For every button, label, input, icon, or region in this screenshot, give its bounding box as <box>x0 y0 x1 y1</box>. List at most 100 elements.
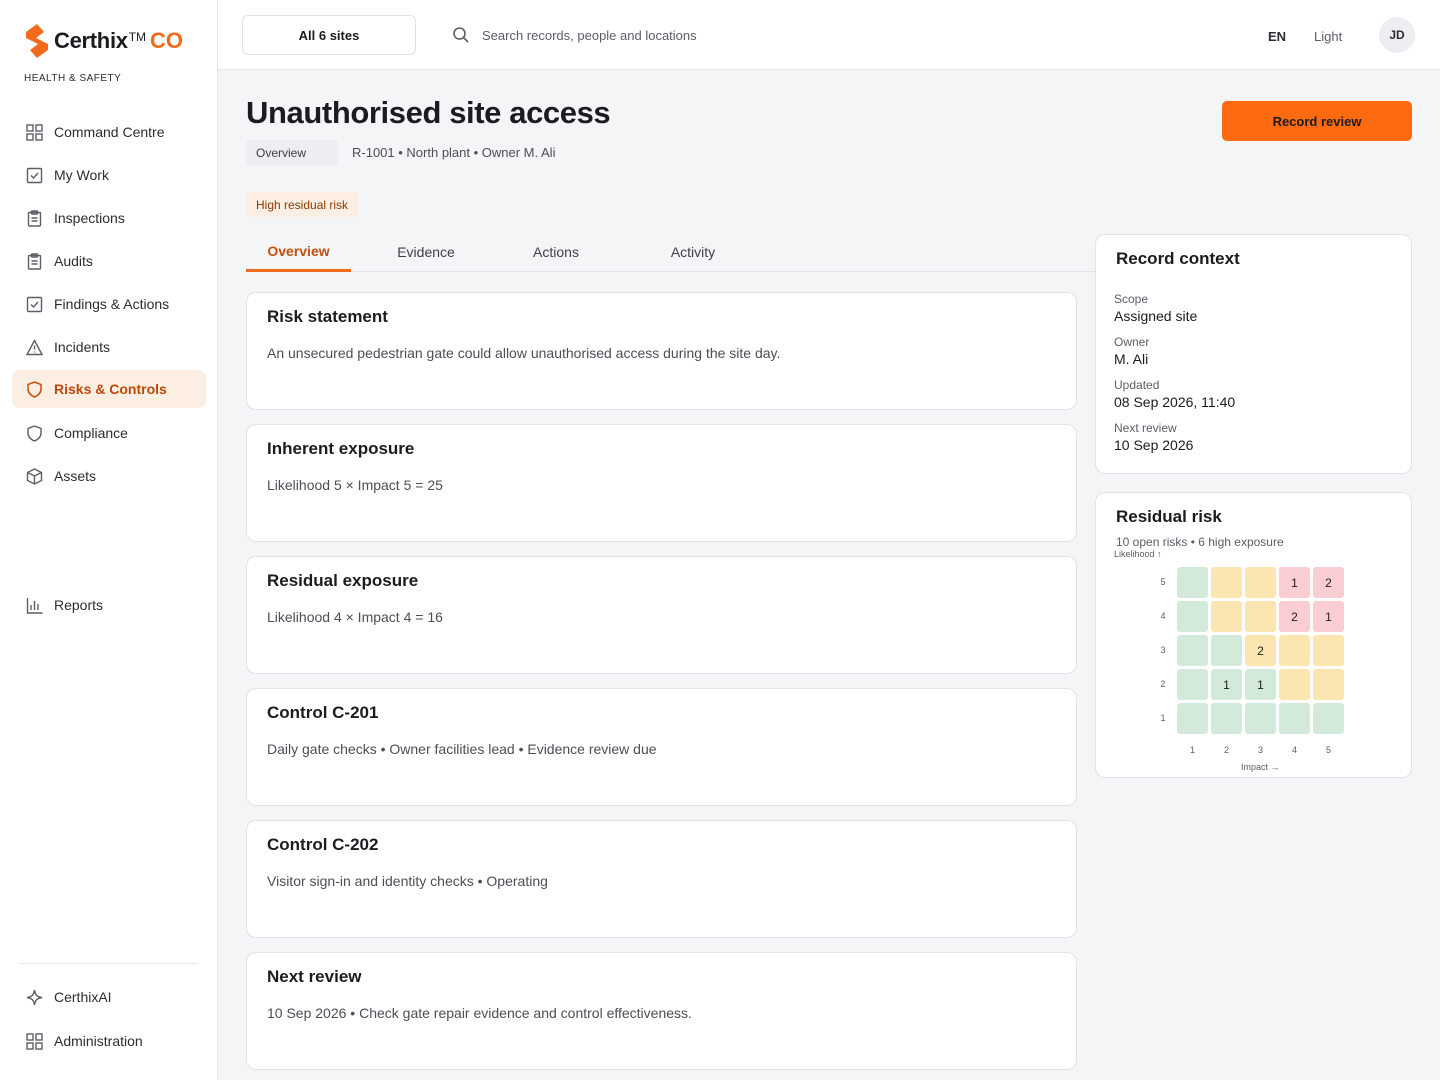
nav-item-my-work[interactable]: My Work <box>12 156 206 194</box>
brand-name: Certhix <box>54 28 128 53</box>
nav-label: Incidents <box>54 339 111 355</box>
page-title: Unauthorised site access <box>246 95 611 130</box>
tab-overview[interactable]: Overview <box>246 232 351 272</box>
heatmap-cell[interactable] <box>1211 601 1242 632</box>
nav-item-reports[interactable]: Reports <box>12 586 206 624</box>
residual-risk-card: Residual risk 10 open risks • 6 high exp… <box>1095 492 1412 778</box>
nav-item-administration[interactable]: Administration <box>12 1022 206 1060</box>
nav-label: Command Centre <box>54 124 165 140</box>
heatmap-cell[interactable]: 1 <box>1211 669 1242 700</box>
card-title: Next review <box>267 967 362 986</box>
search-input[interactable]: Search records, people and locations <box>482 28 697 43</box>
heatmap-cell[interactable] <box>1245 567 1276 598</box>
nav-label: Risks & Controls <box>54 381 167 397</box>
nav-label: Compliance <box>54 425 128 441</box>
section-chip: Overview <box>246 140 338 166</box>
nav-label: Assets <box>54 468 97 484</box>
search-icon <box>453 27 469 43</box>
nav-item-findings-actions[interactable]: Findings & Actions <box>12 285 206 323</box>
tab-activity[interactable]: Activity <box>653 232 733 272</box>
next-review-label: Next review <box>1114 421 1177 435</box>
heatmap-cell[interactable] <box>1177 567 1208 598</box>
heatmap-cell[interactable] <box>1313 669 1344 700</box>
bar-chart-icon <box>26 597 43 614</box>
card-body: Likelihood 4 × Impact 4 = 16 <box>267 609 443 625</box>
site-selector[interactable]: All 6 sites <box>242 15 416 55</box>
brand-subtitle: HEALTH & SAFETY <box>24 73 122 84</box>
heatmap-cell[interactable]: 2 <box>1245 635 1276 666</box>
tab-actions[interactable]: Actions <box>516 232 596 272</box>
nav-item-incidents[interactable]: Incidents <box>12 328 206 366</box>
heatmap-cell[interactable]: 2 <box>1279 601 1310 632</box>
card-body: Likelihood 5 × Impact 5 = 25 <box>267 477 443 493</box>
heatmap-cell[interactable]: 1 <box>1245 669 1276 700</box>
clipboard-icon <box>26 209 43 227</box>
language-toggle[interactable]: EN <box>1268 29 1286 44</box>
heatmap-cell[interactable]: 1 <box>1279 567 1310 598</box>
nav-item-compliance[interactable]: Compliance <box>12 414 206 452</box>
record-meta: R-1001 • North plant • Owner M. Ali <box>352 145 556 160</box>
heatmap-cell[interactable] <box>1313 635 1344 666</box>
y-tick-label: 2 <box>1160 679 1166 689</box>
control-c202-card: Control C-202 Visitor sign-in and identi… <box>246 820 1077 938</box>
record-review-button[interactable]: Record review <box>1222 101 1412 141</box>
nav-label: Reports <box>54 597 104 613</box>
brand-tm: TM <box>128 30 147 44</box>
heatmap-cell[interactable]: 1 <box>1313 601 1344 632</box>
nav-item-inspections[interactable]: Inspections <box>12 199 206 237</box>
card-title: Inherent exposure <box>267 439 415 458</box>
avatar[interactable]: JD <box>1379 17 1415 53</box>
card-title: Record context <box>1116 249 1240 268</box>
heatmap-cell[interactable] <box>1211 635 1242 666</box>
nav-item-certhixai[interactable]: CerthixAI <box>12 978 206 1016</box>
search-bar[interactable]: Search records, people and locations <box>452 26 697 44</box>
card-body: Daily gate checks • Owner facilities lea… <box>267 741 657 757</box>
topbar: All 6 sites Search records, people and l… <box>218 0 1440 70</box>
nav-item-risks-controls[interactable]: Risks & Controls <box>12 370 206 408</box>
x-axis-label: Impact → <box>1241 762 1280 772</box>
brand-logo[interactable]: Certhix TM CO <box>24 24 183 58</box>
heatmap-cell[interactable] <box>1177 703 1208 734</box>
status-badge: High residual risk <box>246 192 359 217</box>
logo-mark-icon <box>26 24 48 58</box>
risk-statement-card: Risk statement An unsecured pedestrian g… <box>246 292 1077 410</box>
heatmap-cell[interactable] <box>1211 567 1242 598</box>
heatmap-cell[interactable] <box>1211 703 1242 734</box>
nav-item-audits[interactable]: Audits <box>12 242 206 280</box>
theme-toggle[interactable]: Light <box>1314 29 1342 44</box>
nav-label: Findings & Actions <box>54 296 170 312</box>
x-tick-label: 1 <box>1189 745 1195 755</box>
heatmap-cell[interactable] <box>1279 635 1310 666</box>
heatmap-cell[interactable] <box>1279 703 1310 734</box>
heatmap-cell[interactable] <box>1313 703 1344 734</box>
scope-label: Scope <box>1114 292 1149 306</box>
sidebar-divider <box>20 963 198 964</box>
heatmap-cell[interactable] <box>1245 703 1276 734</box>
heatmap-cell[interactable] <box>1279 669 1310 700</box>
nav-label: CerthixAI <box>54 989 112 1005</box>
owner-label: Owner <box>1114 335 1150 349</box>
nav-label: Administration <box>54 1033 143 1049</box>
grid-icon <box>26 1032 43 1050</box>
nav-item-command-centre[interactable]: Command Centre <box>12 113 206 151</box>
risk-summary: 10 open risks • 6 high exposure <box>1116 535 1284 549</box>
shield-icon <box>26 380 43 398</box>
x-tick-label: 3 <box>1257 745 1263 755</box>
heatmap-cell[interactable] <box>1177 669 1208 700</box>
updated-value: 08 Sep 2026, 11:40 <box>1114 394 1236 410</box>
owner-value: M. Ali <box>1114 351 1149 367</box>
brand-suffix: CO <box>150 28 184 53</box>
heatmap-cell[interactable]: 2 <box>1313 567 1344 598</box>
checkbox-icon <box>26 296 43 313</box>
nav-item-assets[interactable]: Assets <box>12 457 206 495</box>
next-review-value: 10 Sep 2026 <box>1114 437 1194 453</box>
y-tick-label: 1 <box>1160 713 1166 723</box>
heatmap-cell[interactable] <box>1177 601 1208 632</box>
tab-evidence[interactable]: Evidence <box>376 232 476 272</box>
heatmap-cell[interactable] <box>1245 601 1276 632</box>
heatmap-cell[interactable] <box>1177 635 1208 666</box>
sparkle-icon <box>26 989 43 1006</box>
y-axis-label: Likelihood ↑ <box>1114 549 1162 559</box>
scope-value: Assigned site <box>1114 308 1198 324</box>
card-title: Residual risk <box>1116 507 1222 526</box>
